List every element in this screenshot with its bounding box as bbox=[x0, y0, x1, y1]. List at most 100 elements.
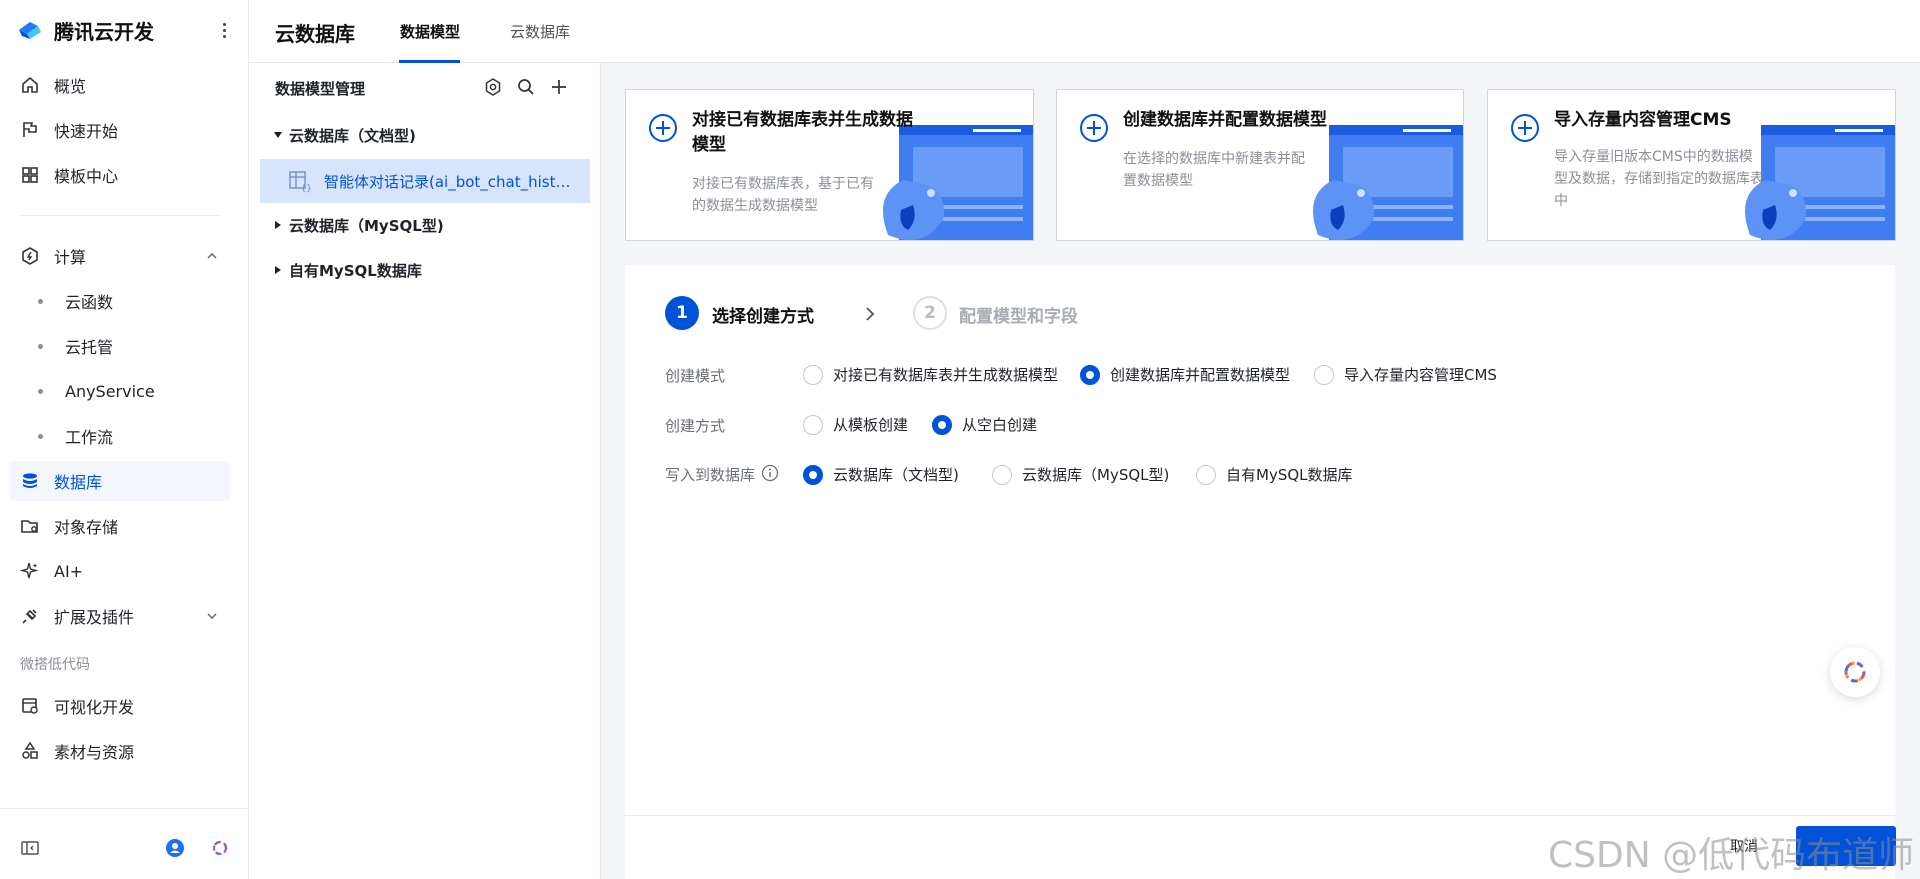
plug-icon bbox=[22, 609, 37, 624]
sidebar-item-label: AI+ bbox=[54, 561, 84, 581]
sidebar-item-label: 对象存储 bbox=[54, 518, 119, 537]
radio-label: 云数据库（文档型) bbox=[833, 466, 959, 484]
radio-circle bbox=[992, 464, 1012, 485]
watermark: CSDN @低代码布道师 bbox=[1548, 835, 1915, 876]
tree-node-mysql-db[interactable]: 云数据库（MySQL型) bbox=[273, 212, 444, 238]
sidebar-item-anyservice[interactable]: AnyService bbox=[10, 371, 230, 411]
add-circle-icon bbox=[1511, 114, 1539, 142]
brand[interactable]: 腾讯云开发 bbox=[16, 16, 154, 44]
model-table-icon: {} bbox=[289, 171, 312, 193]
sidebar-item-label: 模板中心 bbox=[54, 167, 119, 186]
caret-down-icon bbox=[274, 132, 282, 138]
sidebar-item-quickstart[interactable]: 快速开始 bbox=[10, 110, 230, 150]
sidebar-item-label: 快速开始 bbox=[54, 122, 119, 141]
sidebar-item-label: 扩展及插件 bbox=[54, 608, 135, 627]
sidebar-item-workflow[interactable]: 工作流 bbox=[10, 416, 230, 456]
radio-label: 从空白创建 bbox=[962, 416, 1038, 434]
tree-leaf-selected-model[interactable]: {} 智能体对话记录(ai_bot_chat_history_5hobd2b) bbox=[260, 159, 590, 203]
collapse-sidebar-icon[interactable] bbox=[20, 838, 40, 858]
model-tree-panel: 数据模型管理 云数据库（文档型) {} 智能体对话记录(ai_bot_chat_… bbox=[249, 63, 601, 879]
create-method-label: 创建方式 bbox=[665, 417, 726, 435]
chevron-down-icon bbox=[207, 613, 217, 620]
sidebar-item-label: AnyService bbox=[65, 381, 155, 401]
sidebar-item-database[interactable]: 数据库 bbox=[10, 461, 230, 501]
sidebar-item-cloud-functions[interactable]: 云函数 bbox=[10, 281, 230, 321]
card-title: 对接已有数据库表并生成数据模型 bbox=[692, 110, 913, 155]
sidebar: 腾讯云开发 概览 快速开始 模板中心 计算 云函数 云托管 AnyService… bbox=[0, 0, 249, 879]
sidebar-item-label: 可视化开发 bbox=[54, 698, 135, 717]
card-description: 在选择的数据库中新建表并配置数据模型 bbox=[1123, 151, 1305, 189]
card-create-database[interactable]: 创建数据库并配置数据模型 在选择的数据库中新建表并配置数据模型 bbox=[1056, 89, 1464, 241]
tab-cloud-database[interactable]: 云数据库 bbox=[510, 21, 570, 42]
sidebar-item-label: 素材与资源 bbox=[54, 743, 135, 762]
radio-label: 创建数据库并配置数据模型 bbox=[1110, 366, 1291, 384]
step-2-indicator: 2 bbox=[913, 296, 947, 330]
radio-circle bbox=[803, 364, 823, 385]
page-title: 云数据库 bbox=[275, 22, 355, 46]
sidebar-item-label: 数据库 bbox=[54, 473, 103, 492]
sidebar-item-assets[interactable]: 素材与资源 bbox=[10, 731, 230, 771]
radio-mode-create[interactable]: 创建数据库并配置数据模型 bbox=[1080, 364, 1290, 385]
floating-assistant-button[interactable] bbox=[1830, 647, 1880, 697]
radio-label: 从模板创建 bbox=[833, 416, 909, 434]
card-import-cms[interactable]: 导入存量内容管理CMS 导入存量旧版本CMS中的数据模型及数据，存储到指定的数据… bbox=[1487, 89, 1896, 241]
search-icon[interactable] bbox=[516, 77, 536, 97]
card-description: 导入存量旧版本CMS中的数据模型及数据，存储到指定的数据库表中 bbox=[1554, 149, 1764, 209]
add-icon[interactable] bbox=[549, 77, 569, 97]
flag-icon bbox=[23, 122, 37, 137]
radio-circle bbox=[803, 414, 823, 435]
tab-data-model[interactable]: 数据模型 bbox=[400, 21, 460, 42]
grid-icon bbox=[22, 167, 38, 183]
tree-node-doc-db[interactable]: 云数据库（文档型) bbox=[273, 122, 416, 148]
chevron-right-icon bbox=[866, 307, 875, 321]
radio-mode-connect[interactable]: 对接已有数据库表并生成数据模型 bbox=[803, 364, 1058, 385]
bullet-dot bbox=[38, 388, 43, 394]
caret-right-icon bbox=[275, 266, 281, 274]
radio-circle bbox=[1314, 364, 1334, 385]
settings-icon[interactable] bbox=[483, 77, 503, 97]
radio-label: 云数据库（MySQL型) bbox=[1022, 466, 1170, 484]
radio-method-template[interactable]: 从模板创建 bbox=[803, 414, 908, 435]
sidebar-item-label: 云托管 bbox=[65, 338, 114, 357]
add-circle-icon bbox=[649, 114, 677, 142]
add-circle-icon bbox=[1080, 114, 1108, 142]
sidebar-item-label: 工作流 bbox=[65, 428, 114, 447]
sidebar-item-compute[interactable]: 计算 bbox=[10, 236, 230, 276]
model-panel-title: 数据模型管理 bbox=[275, 80, 366, 98]
radio-target-doc[interactable]: 云数据库（文档型) bbox=[803, 464, 959, 485]
ai-assistant-icon bbox=[1844, 661, 1866, 683]
create-mode-label: 创建模式 bbox=[665, 367, 726, 385]
shapes-icon bbox=[22, 741, 38, 759]
hexagon-icon bbox=[22, 247, 38, 265]
radio-target-mysql[interactable]: 云数据库（MySQL型) bbox=[992, 464, 1169, 485]
sidebar-item-cloud-hosting[interactable]: 云托管 bbox=[10, 326, 230, 366]
tree-node-own-mysql[interactable]: 自有MySQL数据库 bbox=[273, 257, 422, 283]
more-menu-icon[interactable] bbox=[216, 18, 232, 42]
radio-mode-import[interactable]: 导入存量内容管理CMS bbox=[1314, 364, 1497, 385]
radio-target-own-mysql[interactable]: 自有MySQL数据库 bbox=[1196, 464, 1353, 485]
sidebar-item-templates[interactable]: 模板中心 bbox=[10, 155, 230, 195]
ai-assistant-icon[interactable] bbox=[210, 838, 230, 858]
cloudbase-logo-icon bbox=[19, 22, 41, 39]
folder-icon bbox=[21, 520, 38, 533]
tree-node-label: 云数据库（MySQL型) bbox=[289, 216, 444, 235]
radio-label: 自有MySQL数据库 bbox=[1226, 466, 1353, 484]
radio-method-blank[interactable]: 从空白创建 bbox=[932, 414, 1037, 435]
caret-right-icon bbox=[275, 221, 281, 229]
radio-circle-checked bbox=[932, 414, 952, 435]
sidebar-item-ai[interactable]: AI+ bbox=[10, 551, 230, 591]
sidebar-item-visual-dev[interactable]: 可视化开发 bbox=[10, 686, 230, 726]
sidebar-item-overview[interactable]: 概览 bbox=[10, 65, 230, 105]
info-icon[interactable] bbox=[761, 464, 779, 482]
sidebar-item-extensions[interactable]: 扩展及插件 bbox=[10, 596, 230, 636]
radio-label: 对接已有数据库表并生成数据模型 bbox=[833, 366, 1059, 384]
card-connect-existing[interactable]: 对接已有数据库表并生成数据模型 对接已有数据库表，基于已有的数据生成数据模型 bbox=[625, 89, 1034, 241]
card-description: 对接已有数据库表，基于已有的数据生成数据模型 bbox=[692, 176, 874, 214]
sparkle-icon bbox=[20, 562, 39, 579]
step-2-label: 配置模型和字段 bbox=[959, 307, 1078, 327]
form-footer-divider bbox=[625, 815, 1895, 816]
user-avatar-icon[interactable] bbox=[165, 838, 185, 858]
sidebar-item-object-storage[interactable]: 对象存储 bbox=[10, 506, 230, 546]
divider bbox=[0, 808, 249, 809]
card-title: 导入存量内容管理CMS bbox=[1554, 110, 1732, 130]
